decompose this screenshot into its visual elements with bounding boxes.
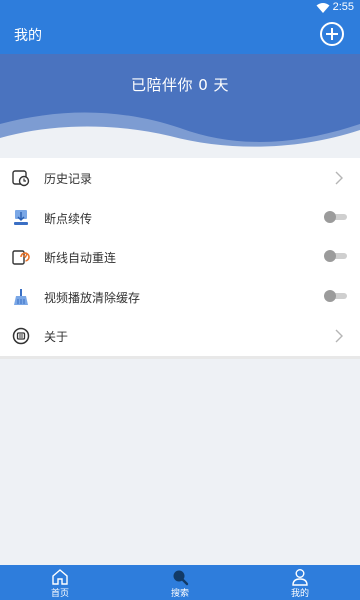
menu-item-resume-download: 断点续传 [0,198,360,238]
nav-label: 搜索 [170,589,189,599]
about-icon [12,327,30,345]
toggle-knob [324,210,336,223]
companion-days-text: 已陪伴你 0 天 [130,76,230,94]
toggle-knob [324,250,336,262]
download-icon [14,209,28,225]
app-bar: 我的 [0,16,360,54]
chevron-right-icon [335,329,343,343]
reconnect-icon [12,250,30,265]
add-circle-icon[interactable] [320,22,344,46]
menu-item-clear-cache: 视频播放清除缓存 [0,277,360,317]
menu-item-label: 断点续传 [44,211,93,226]
menu-item-label: 视频播放清除缓存 [44,290,141,305]
resume-download-toggle[interactable] [324,210,348,223]
menu-bottom-divider [0,355,360,359]
page-title: 我的 [14,28,42,44]
menu-item-label: 关于 [44,330,69,344]
nav-item-me[interactable]: 我的 [240,565,360,600]
search-icon [173,570,189,586]
nav-label: 我的 [290,589,309,599]
auto-reconnect-toggle[interactable] [324,250,348,262]
toggle-knob [324,289,336,302]
nav-item-search[interactable]: 搜索 [120,565,240,600]
history-icon [12,170,30,187]
broom-icon [14,288,28,305]
person-icon [292,569,308,586]
menu-item-about[interactable]: 关于 [0,316,360,356]
clear-cache-toggle[interactable] [324,289,348,302]
bottom-navigation: 首页 搜索 我的 [0,565,360,600]
wifi-icon [316,3,330,13]
menu-item-history[interactable]: 历史记录 [0,158,360,198]
nav-item-home[interactable]: 首页 [0,565,120,600]
nav-label: 首页 [50,589,69,599]
menu-item-label: 断线自动重连 [44,251,117,265]
status-bar: 2:55 [0,0,360,16]
chevron-right-icon [335,171,343,185]
hero-banner: 已陪伴你 0 天 [0,54,360,158]
status-time: 2:55 [332,1,354,13]
home-icon [52,569,68,585]
menu-item-auto-reconnect: 断线自动重连 [0,237,360,277]
menu-item-label: 历史记录 [44,172,93,186]
settings-menu: 历史记录 断点续传 断线自动重连 视频播放清除缓存 关于 [0,158,360,359]
wave-decoration [0,112,360,158]
